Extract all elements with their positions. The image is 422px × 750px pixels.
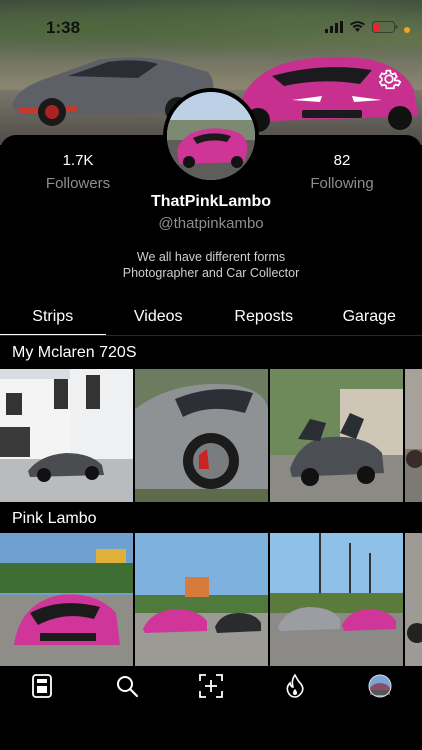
nav-create-button[interactable] bbox=[191, 670, 231, 706]
followers-count: 1.7K bbox=[62, 152, 94, 169]
user-handle: @thatpinkambo bbox=[158, 215, 264, 232]
search-icon bbox=[115, 674, 139, 703]
signal-icon bbox=[325, 20, 343, 38]
bio-line-2: Photographer and Car Collector bbox=[122, 266, 300, 280]
bio-line-1: We all have different forms bbox=[136, 250, 286, 264]
strip-row-pink-lambo bbox=[0, 533, 422, 666]
privacy-indicator-dot bbox=[404, 20, 410, 38]
display-name: ThatPinkLambo bbox=[150, 193, 271, 210]
fire-icon bbox=[285, 673, 305, 703]
wifi-icon bbox=[349, 20, 366, 38]
profile-avatar-small bbox=[368, 674, 392, 703]
following-stat[interactable]: 82 Following bbox=[282, 152, 402, 192]
strip-photo[interactable] bbox=[270, 533, 403, 666]
strip-title[interactable]: Pink Lambo bbox=[12, 510, 97, 528]
home-indicator bbox=[144, 736, 278, 741]
tab-garage[interactable]: Garage bbox=[317, 300, 422, 336]
profile-bio: We all have different forms Photographer… bbox=[0, 249, 422, 281]
strip-photo[interactable] bbox=[270, 369, 403, 502]
nav-search-button[interactable] bbox=[107, 670, 147, 706]
tab-videos[interactable]: Videos bbox=[106, 300, 212, 336]
battery-icon bbox=[372, 20, 398, 38]
status-bar: 1:38 bbox=[0, 0, 422, 44]
following-label: Following bbox=[310, 175, 374, 192]
tab-strips[interactable]: Strips bbox=[0, 300, 106, 336]
followers-stat[interactable]: 1.7K Followers bbox=[18, 152, 138, 192]
status-time: 1:38 bbox=[46, 18, 81, 37]
strip-title[interactable]: My Mclaren 720S bbox=[12, 344, 137, 362]
create-icon bbox=[198, 673, 224, 704]
feed-icon bbox=[31, 673, 53, 703]
strip-photo[interactable] bbox=[135, 533, 268, 666]
strip-row-mclaren bbox=[0, 369, 422, 502]
bottom-nav bbox=[0, 668, 422, 708]
nav-feed-button[interactable] bbox=[22, 670, 62, 706]
tab-reposts[interactable]: Reposts bbox=[211, 300, 317, 336]
strip-photo[interactable] bbox=[0, 369, 133, 502]
nav-profile-button[interactable] bbox=[360, 670, 400, 706]
strip-photo[interactable] bbox=[0, 533, 133, 666]
profile-tabs: Strips Videos Reposts Garage bbox=[0, 300, 422, 336]
nav-trending-button[interactable] bbox=[275, 670, 315, 706]
strip-photo-partial[interactable] bbox=[405, 369, 422, 502]
strip-photo-partial[interactable] bbox=[405, 533, 422, 666]
strip-photo[interactable] bbox=[135, 369, 268, 502]
settings-button[interactable] bbox=[376, 66, 406, 96]
gear-icon bbox=[376, 69, 402, 96]
tab-divider bbox=[0, 335, 422, 336]
followers-label: Followers bbox=[45, 175, 111, 192]
following-count: 82 bbox=[333, 152, 351, 169]
profile-avatar[interactable] bbox=[163, 88, 259, 184]
